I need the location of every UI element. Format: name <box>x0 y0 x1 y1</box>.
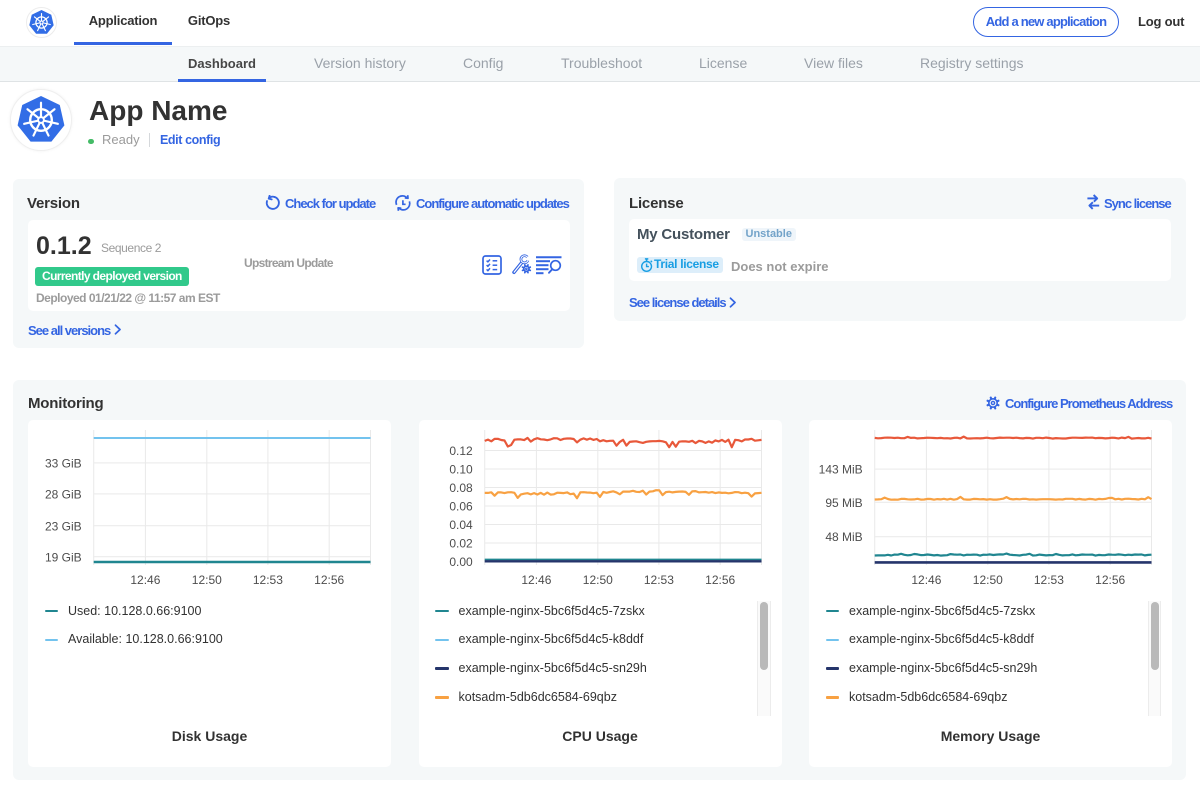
svg-text:0.12: 0.12 <box>449 444 473 458</box>
svg-text:48 MiB: 48 MiB <box>825 530 862 544</box>
svg-text:12:53: 12:53 <box>643 573 673 587</box>
svg-text:28 GiB: 28 GiB <box>45 487 82 501</box>
svg-text:12:56: 12:56 <box>1095 573 1125 587</box>
svg-text:12:50: 12:50 <box>192 573 222 587</box>
svg-text:12:46: 12:46 <box>911 573 941 587</box>
svg-text:0.06: 0.06 <box>449 500 473 514</box>
svg-text:0.04: 0.04 <box>449 518 473 532</box>
svg-text:12:56: 12:56 <box>314 573 344 587</box>
svg-text:12:53: 12:53 <box>253 573 283 587</box>
svg-text:12:53: 12:53 <box>1034 573 1064 587</box>
svg-text:23 GiB: 23 GiB <box>45 519 82 533</box>
svg-text:143 MiB: 143 MiB <box>819 463 863 477</box>
svg-text:12:46: 12:46 <box>521 573 551 587</box>
svg-text:0.08: 0.08 <box>449 481 473 495</box>
svg-text:0.02: 0.02 <box>449 537 473 551</box>
svg-text:19 GiB: 19 GiB <box>45 550 82 564</box>
svg-text:33 GiB: 33 GiB <box>45 456 82 470</box>
svg-text:12:50: 12:50 <box>973 573 1003 587</box>
svg-text:95 MiB: 95 MiB <box>825 496 862 510</box>
svg-text:12:46: 12:46 <box>130 573 160 587</box>
svg-text:0.10: 0.10 <box>449 463 473 477</box>
svg-text:0.00: 0.00 <box>449 555 473 569</box>
svg-text:12:56: 12:56 <box>705 573 735 587</box>
svg-text:12:50: 12:50 <box>582 573 612 587</box>
